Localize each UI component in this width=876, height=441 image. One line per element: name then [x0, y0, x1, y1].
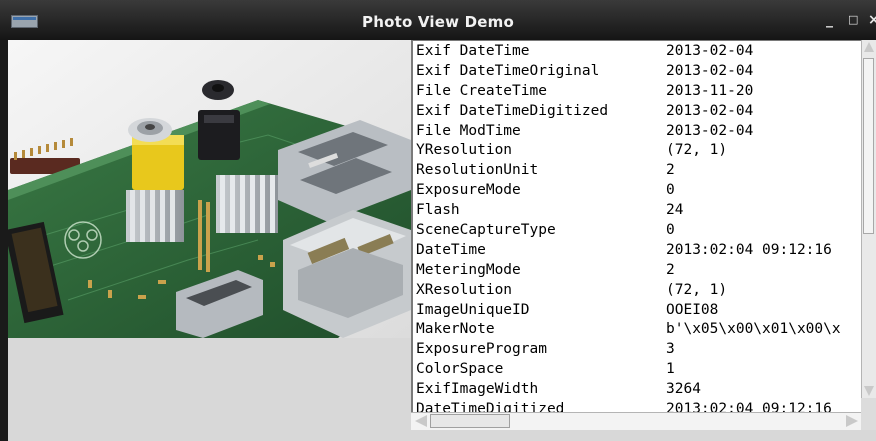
exif-row[interactable]: MakerNote b'\x05\x00\x01\x00\x [416, 320, 876, 340]
exif-row[interactable]: DateTimeDigitized 2013:02:04 09:12:16 [416, 400, 876, 412]
exif-key: MeteringMode [416, 261, 521, 278]
exif-key: DateTimeDigitized [416, 401, 565, 412]
maximize-button[interactable]: □ [848, 12, 858, 28]
exif-row[interactable]: ExifImageWidth 3264 [416, 380, 876, 400]
exif-value: 2013:02:04 09:12:16 [666, 241, 832, 258]
exif-row[interactable]: DateTime 2013:02:04 09:12:16 [416, 241, 876, 261]
exif-value: 2013-02-04 [666, 122, 754, 139]
exif-key: Exif DateTime [416, 43, 530, 59]
exif-row[interactable]: Flash 24 [416, 201, 876, 221]
exif-key: File CreateTime [416, 82, 547, 99]
exif-key: XResolution [416, 281, 513, 298]
exif-row[interactable]: YResolution (72, 1) [416, 141, 876, 161]
exif-value: 2013-02-04 [666, 102, 754, 119]
scroll-right-arrow-icon[interactable] [846, 415, 858, 427]
exif-key: Flash [416, 202, 460, 219]
exif-row[interactable]: SceneCaptureType 0 [416, 221, 876, 241]
exif-key: Exif DateTimeDigitized [416, 102, 609, 119]
exif-key: ColorSpace [416, 361, 504, 378]
exif-panel[interactable]: Exif DateTime 2013-02-04 Exif DateTimeOrig… [411, 40, 876, 441]
exif-key: MakerNote [416, 321, 495, 338]
exif-value: 2 [666, 261, 675, 278]
exif-row[interactable]: MeteringMode 2 [416, 261, 876, 281]
exif-value: 3264 [666, 381, 701, 398]
exif-value: b'\x05\x00\x01\x00\x [666, 321, 841, 338]
exif-value: 2013:02:04 09:12:16 [666, 401, 832, 412]
vertical-scroll-thumb[interactable] [863, 58, 874, 234]
exif-value: 2013-11-20 [666, 82, 754, 99]
bottom-strip [411, 430, 876, 441]
exif-key: ExifImageWidth [416, 381, 539, 398]
horizontal-scroll-thumb[interactable] [430, 414, 510, 428]
scroll-left-arrow-icon[interactable] [415, 415, 427, 427]
exif-key: YResolution [416, 142, 513, 159]
exif-value: 2 [666, 162, 675, 179]
exif-list[interactable]: Exif DateTime 2013-02-04 Exif DateTimeOrig… [416, 42, 876, 412]
photo-image [8, 40, 411, 338]
exif-value: 24 [666, 202, 684, 219]
scroll-up-arrow-icon[interactable] [864, 42, 874, 52]
exif-row[interactable]: Exif DateTimeDigitized 2013-02-04 [416, 102, 876, 122]
scroll-corner [861, 398, 876, 430]
exif-value: 3 [666, 341, 675, 358]
exif-key: Exif DateTimeOriginal [416, 62, 600, 79]
exif-row[interactable]: Exif DateTimeOriginal 2013-02-04 [416, 62, 876, 82]
exif-key: SceneCaptureType [416, 222, 556, 239]
exif-value: (72, 1) [666, 142, 728, 159]
exif-row[interactable]: ExposureProgram 3 [416, 340, 876, 360]
exif-value: 1 [666, 361, 675, 378]
exif-key: ResolutionUnit [416, 162, 539, 179]
exif-key: ExposureMode [416, 182, 521, 199]
exif-row[interactable]: ResolutionUnit 2 [416, 161, 876, 181]
exif-key: ImageUniqueID [416, 301, 530, 318]
scroll-down-arrow-icon[interactable] [864, 386, 874, 396]
horizontal-scrollbar[interactable] [411, 412, 861, 430]
window-client-area: Exif DateTime 2013-02-04 Exif DateTimeOrig… [8, 40, 876, 441]
exif-key: File ModTime [416, 122, 521, 139]
exif-row[interactable]: ColorSpace 1 [416, 360, 876, 380]
exif-value: 0 [666, 182, 675, 199]
exif-key: DateTime [416, 241, 486, 258]
exif-value: OOEI08 [666, 301, 719, 318]
minimize-button[interactable]: _ [826, 12, 833, 28]
photo-view [8, 40, 411, 338]
exif-row[interactable]: File CreateTime 2013-11-20 [416, 82, 876, 102]
exif-row[interactable]: ExposureMode 0 [416, 181, 876, 201]
window-titlebar[interactable]: Photo View Demo _ □ × [0, 0, 876, 40]
close-button[interactable]: × [868, 12, 876, 28]
exif-row[interactable]: XResolution (72, 1) [416, 281, 876, 301]
exif-key: ExposureProgram [416, 341, 547, 358]
exif-value: 2013-02-04 [666, 62, 754, 79]
exif-value: 2013-02-04 [666, 43, 754, 59]
exif-row[interactable]: ImageUniqueID OOEI08 [416, 301, 876, 321]
exif-value: (72, 1) [666, 281, 728, 298]
exif-row[interactable]: File ModTime 2013-02-04 [416, 122, 876, 142]
window-title: Photo View Demo [362, 13, 514, 31]
vertical-scrollbar[interactable] [861, 40, 876, 398]
exif-value: 0 [666, 222, 675, 239]
exif-row[interactable]: Exif DateTime 2013-02-04 [416, 42, 876, 62]
